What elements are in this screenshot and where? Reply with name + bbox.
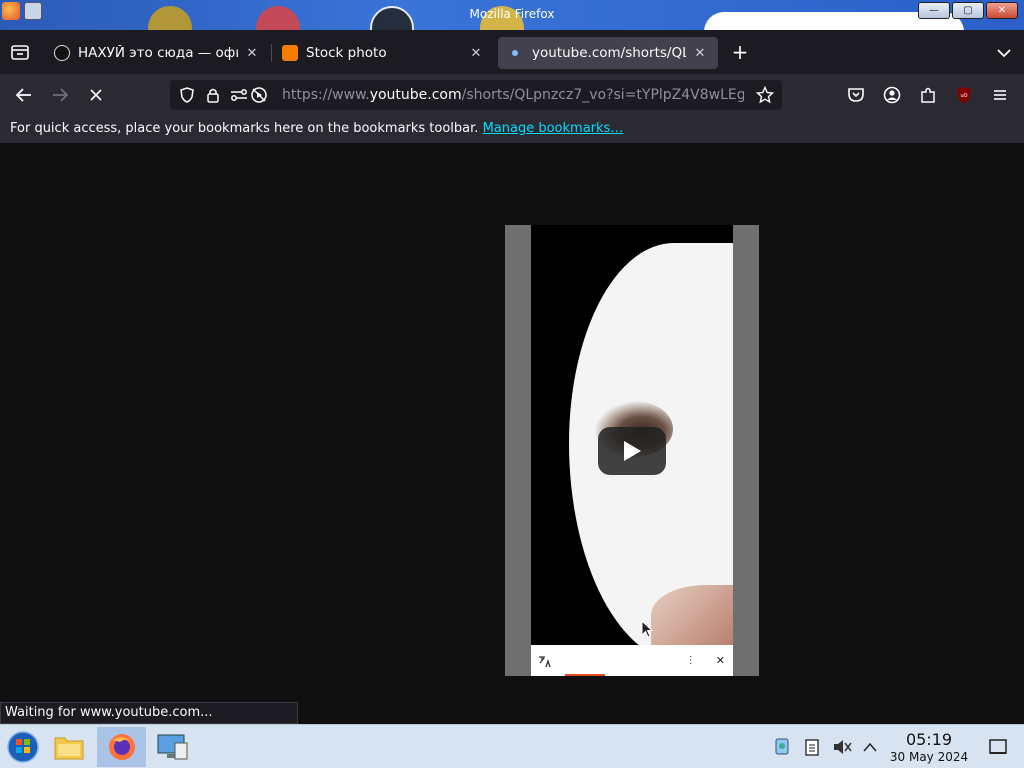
arrow-left-icon [15, 88, 31, 102]
account-icon [883, 86, 901, 104]
tab-bar: НАХУЙ это сюда — офи ✕ Stock photo ✕ you… [0, 30, 1024, 74]
stop-loading-button[interactable] [84, 83, 108, 107]
clock-date: 30 May 2024 [889, 750, 969, 764]
ublock-origin-button[interactable]: uO [952, 83, 976, 107]
play-button[interactable] [598, 427, 666, 475]
show-desktop-button[interactable] [988, 737, 1008, 757]
start-button[interactable] [0, 727, 46, 767]
firefox-view-icon [11, 45, 29, 60]
stop-x-icon [90, 89, 102, 101]
app-menu-button[interactable] [988, 83, 1012, 107]
volume-muted-icon [834, 740, 852, 754]
loading-dot-icon [512, 50, 518, 56]
tab-stock-photo[interactable]: Stock photo ✕ [272, 37, 494, 69]
url-text[interactable]: https://www.youtube.com/shorts/QLpnzcz7_… [282, 87, 744, 103]
clipboard-icon [805, 739, 819, 756]
video-ad-overlay[interactable]: ⋮ ✕ [531, 645, 733, 676]
new-tab-button[interactable]: + [728, 41, 752, 65]
tray-show-hidden[interactable] [860, 737, 880, 757]
ad-more-options-icon[interactable]: ⋮ [686, 655, 696, 666]
firefox-icon [108, 734, 135, 760]
desktop-icon [989, 739, 1007, 754]
tab-label: Stock photo [306, 45, 387, 61]
url-prefix: https://www. [282, 87, 370, 103]
clock-time: 05:19 [905, 730, 953, 749]
shorts-video-player[interactable]: ⋮ ✕ [505, 225, 759, 676]
url-path: /shorts/QLpnzcz7_vo?si=tYPlpZ4V8wLEg [461, 87, 744, 103]
pocket-button[interactable] [844, 83, 868, 107]
tab-close-icon[interactable]: ✕ [244, 46, 260, 61]
blogger-icon [282, 45, 298, 61]
account-button[interactable] [880, 83, 904, 107]
folder-icon [54, 737, 84, 760]
chevron-down-icon [997, 49, 1011, 58]
taskbar-firefox[interactable] [97, 727, 146, 767]
minimize-button[interactable]: — [918, 2, 950, 19]
pocket-icon [848, 88, 864, 102]
tab-label: НАХУЙ это сюда — офи [78, 45, 238, 61]
list-all-tabs-button[interactable] [994, 43, 1014, 63]
ad-progress-line [565, 674, 605, 676]
svg-text:uO: uO [960, 93, 967, 99]
status-panel: Waiting for www.youtube.com... [0, 702, 298, 724]
ublock-shield-icon: uO [957, 87, 971, 103]
monitor-settings-icon [157, 734, 188, 760]
tab-tiktok[interactable]: НАХУЙ это сюда — офи ✕ [44, 37, 270, 69]
tray-network[interactable] [772, 737, 792, 757]
mouse-cursor-icon [641, 620, 653, 638]
taskbar-clock[interactable]: 05:19 30 May 2024 [884, 731, 974, 765]
permissions-icon[interactable] [230, 86, 248, 104]
bookmark-star-icon[interactable] [756, 86, 774, 104]
tab-close-icon[interactable]: ✕ [692, 46, 708, 61]
tray-volume[interactable] [832, 737, 852, 757]
tiktok-icon [54, 45, 70, 61]
play-icon [624, 441, 641, 461]
bookmarks-toolbar: For quick access, place your bookmarks h… [0, 116, 1024, 144]
translate-icon[interactable] [537, 654, 551, 668]
window-title: Mozilla Firefox [469, 7, 555, 21]
tray-clipboard[interactable] [802, 737, 822, 757]
hamburger-menu-icon [994, 90, 1006, 100]
firefox-view-button[interactable] [8, 40, 32, 64]
puzzle-icon [921, 87, 935, 103]
close-window-button[interactable]: ✕ [986, 2, 1018, 19]
manage-bookmarks-link[interactable]: Manage bookmarks… [483, 121, 624, 136]
bookmarks-hint: For quick access, place your bookmarks h… [10, 121, 479, 136]
autoplay-blocked-icon[interactable] [250, 86, 268, 104]
back-button[interactable] [12, 83, 36, 107]
page-content: ⋮ ✕ [0, 144, 1024, 724]
tracking-protection-shield-icon[interactable] [178, 86, 196, 104]
lock-icon[interactable] [204, 86, 222, 104]
taskbar: 05:19 30 May 2024 [0, 724, 1024, 768]
taskbar-file-explorer[interactable] [46, 727, 92, 767]
network-icon [775, 738, 789, 755]
url-host: youtube.com [369, 87, 462, 103]
windows-start-orb-icon [7, 731, 39, 763]
tab-label: youtube.com/shorts/QLpnz [532, 45, 686, 61]
url-bar[interactable]: https://www.youtube.com/shorts/QLpnzcz7_… [170, 80, 782, 110]
forward-button[interactable] [48, 83, 72, 107]
window-controls: — ▢ ✕ [918, 2, 1018, 19]
ad-close-icon[interactable]: ✕ [716, 654, 725, 667]
tab-youtube-shorts[interactable]: youtube.com/shorts/QLpnz ✕ [498, 37, 718, 69]
tab-close-icon[interactable]: ✕ [468, 46, 484, 61]
window-titlebar: Mozilla Firefox — ▢ ✕ [0, 0, 1024, 30]
extensions-button[interactable] [916, 83, 940, 107]
arrow-right-icon [53, 88, 69, 102]
chevron-up-icon [863, 742, 877, 752]
navigation-toolbar: https://www.youtube.com/shorts/QLpnzcz7_… [0, 74, 1024, 116]
maximize-button[interactable]: ▢ [952, 2, 984, 19]
taskbar-control-panel[interactable] [150, 727, 196, 767]
